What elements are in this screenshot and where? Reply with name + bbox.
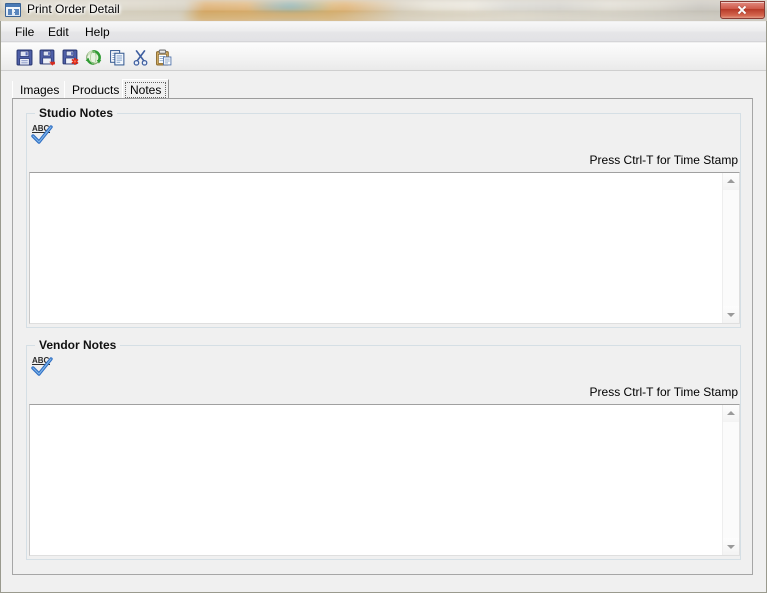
- vendor-notes-scrollbar[interactable]: [722, 405, 739, 555]
- vendor-spellcheck-button[interactable]: ABC: [30, 354, 56, 378]
- studio-notes-input[interactable]: [30, 173, 722, 323]
- vendor-scroll-down-button[interactable]: [723, 538, 739, 555]
- copy-pages-icon: [109, 50, 124, 66]
- tab-images-label: Images: [20, 83, 60, 97]
- studio-notes-group: Studio Notes ABC Press Ctrl-T for Time S…: [26, 106, 741, 328]
- tab-products[interactable]: Products: [64, 81, 128, 99]
- floppy-disk-asterisk-icon: [62, 49, 78, 65]
- studio-notes-scrollbar[interactable]: [722, 173, 739, 323]
- studio-scroll-down-button[interactable]: [723, 306, 739, 323]
- tab-products-label: Products: [72, 83, 120, 97]
- menu-bar: File Edit Help: [1, 22, 766, 42]
- scroll-down-arrow-icon: [727, 313, 735, 317]
- floppy-disk-arrow-icon: [39, 49, 55, 66]
- copy-button[interactable]: [106, 47, 128, 68]
- studio-notes-label: Studio Notes: [35, 106, 117, 120]
- studio-spellcheck-button[interactable]: ABC: [30, 122, 56, 146]
- menu-file[interactable]: File: [7, 24, 42, 40]
- vendor-notes-group: Vendor Notes ABC Press Ctrl-T for Time S…: [26, 338, 741, 560]
- studio-timestamp-hint: Press Ctrl-T for Time Stamp: [589, 153, 738, 167]
- vendor-notes-textbox[interactable]: [29, 404, 740, 556]
- spellcheck-abc-icon: ABC: [31, 124, 53, 144]
- clipboard-paste-icon: [155, 49, 171, 66]
- vendor-scroll-track[interactable]: [723, 422, 739, 538]
- tab-notes-label: Notes: [130, 83, 162, 97]
- form-icon: [5, 3, 21, 17]
- studio-scroll-up-button[interactable]: [723, 173, 739, 190]
- tab-notes[interactable]: Notes: [122, 79, 170, 100]
- vendor-timestamp-hint: Press Ctrl-T for Time Stamp: [589, 385, 738, 399]
- scroll-up-arrow-icon: [727, 411, 735, 415]
- studio-scroll-track[interactable]: [723, 190, 739, 306]
- notes-tab-page: Studio Notes ABC Press Ctrl-T for Time S…: [12, 98, 753, 575]
- save-as-button[interactable]: [36, 47, 58, 68]
- scroll-down-arrow-icon: [727, 545, 735, 549]
- refresh-globe-icon: [85, 50, 101, 65]
- save-all-button[interactable]: [59, 47, 81, 68]
- vendor-notes-label: Vendor Notes: [35, 338, 121, 352]
- application-window: Print Order Detail File Edit Help Images…: [0, 0, 767, 593]
- menu-edit[interactable]: Edit: [40, 24, 77, 40]
- vendor-notes-input[interactable]: [30, 405, 722, 555]
- paste-button[interactable]: [152, 47, 174, 68]
- window-title: Print Order Detail: [27, 2, 120, 16]
- form-icon-lines: [14, 9, 19, 10]
- floppy-disk-save-icon: [16, 49, 32, 66]
- studio-notes-textbox[interactable]: [29, 172, 740, 324]
- toolbar: [1, 43, 766, 71]
- refresh-button[interactable]: [82, 47, 104, 68]
- save-button[interactable]: [13, 47, 35, 68]
- vendor-scroll-up-button[interactable]: [723, 405, 739, 422]
- spellcheck-abc-icon: ABC: [31, 356, 53, 376]
- tab-images[interactable]: Images: [12, 81, 68, 99]
- cut-button[interactable]: [129, 47, 151, 68]
- scroll-up-arrow-icon: [727, 179, 735, 183]
- tab-strip: Images Products Notes: [12, 79, 752, 100]
- scissors-icon: [133, 50, 147, 66]
- title-bar: Print Order Detail: [0, 0, 767, 21]
- close-button[interactable]: [720, 1, 765, 19]
- menu-help[interactable]: Help: [77, 24, 118, 40]
